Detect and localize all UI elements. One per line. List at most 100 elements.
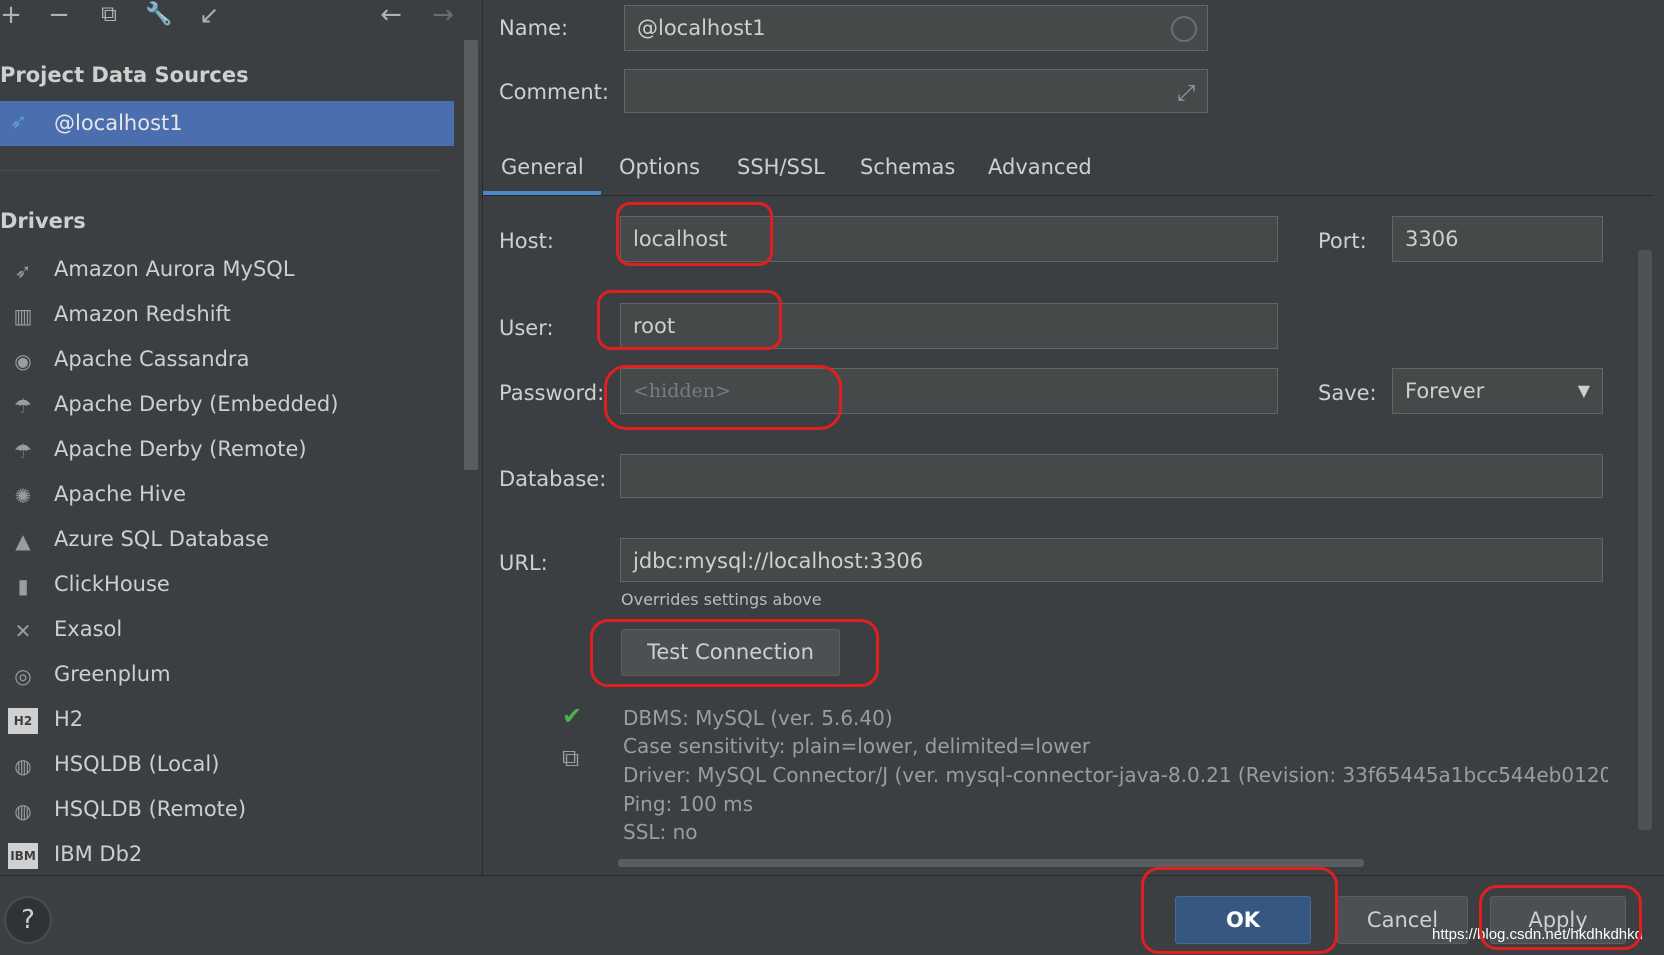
clickhouse-icon: ▮ (8, 573, 38, 599)
driver-label: Apache Derby (Embedded) (54, 392, 338, 416)
save-dropdown[interactable]: Forever ▼ (1392, 368, 1603, 414)
annotation-password (604, 365, 842, 430)
dolphin-icon: ➶ (10, 109, 27, 133)
database-input[interactable] (620, 454, 1603, 498)
driver-label: Amazon Redshift (54, 302, 231, 326)
driver-label: Apache Cassandra (54, 347, 249, 371)
name-value: @localhost1 (637, 16, 766, 40)
minus-icon[interactable]: − (44, 0, 74, 30)
save-value: Forever (1405, 379, 1484, 403)
host-label: Host: (499, 229, 554, 253)
annotation-apply (1479, 885, 1642, 950)
driver-label: Greenplum (54, 662, 171, 686)
url-label: URL: (499, 551, 548, 575)
driver-item[interactable]: ▮ ClickHouse (0, 565, 454, 607)
name-field[interactable]: @localhost1 (624, 5, 1208, 51)
save-label: Save: (1318, 381, 1377, 405)
driver-label: Apache Hive (54, 482, 186, 506)
redshift-icon: ▥ (8, 303, 38, 329)
exasol-icon: ✕ (8, 618, 38, 644)
name-label: Name: (499, 16, 568, 40)
driver-item[interactable]: H2 H2 (0, 700, 454, 742)
back-arrow-icon[interactable]: ← (376, 0, 406, 30)
forward-arrow-icon[interactable]: → (428, 0, 458, 30)
copy-icon[interactable]: ⧉ (562, 744, 579, 772)
hsqldb-icon: ◍ (8, 798, 38, 824)
driver-label: IBM Db2 (54, 842, 142, 866)
database-label: Database: (499, 467, 606, 491)
tab-options[interactable]: Options (619, 155, 700, 179)
data-source-label: @localhost1 (54, 111, 183, 135)
project-data-sources-title: Project Data Sources (0, 63, 249, 87)
annotation-user (597, 290, 782, 350)
driver-item[interactable]: ✺ Apache Hive (0, 475, 454, 517)
driver-item[interactable]: ☂ Apache Derby (Remote) (0, 430, 454, 472)
driver-label: ClickHouse (54, 572, 170, 596)
horizontal-scrollbar[interactable] (618, 859, 1364, 867)
tabs-divider (483, 195, 1653, 196)
driver-label: H2 (54, 707, 83, 731)
vertical-scrollbar[interactable] (1638, 250, 1652, 830)
comment-field[interactable]: ⤢ (624, 69, 1208, 113)
chevron-down-icon: ▼ (1578, 369, 1590, 413)
data-sources-panel: + − ⧉ 🔧 ↙ ← → Project Data Sources ➶ @lo… (0, 0, 483, 875)
annotation-test-connection (590, 619, 879, 687)
divider (0, 170, 440, 171)
check-icon: ✔ (562, 702, 582, 730)
driver-label: Azure SQL Database (54, 527, 269, 551)
hive-icon: ✺ (8, 483, 38, 509)
wrench-icon[interactable]: 🔧 (144, 0, 174, 30)
hsqldb-icon: ◍ (8, 753, 38, 779)
url-input[interactable]: jdbc:mysql://localhost:3306 (620, 538, 1603, 582)
driver-item[interactable]: ▲ Azure SQL Database (0, 520, 454, 562)
import-icon[interactable]: ↙ (194, 0, 224, 30)
driver-item[interactable]: ➶ Amazon Aurora MySQL (0, 250, 454, 292)
driver-item[interactable]: ◍ HSQLDB (Local) (0, 745, 454, 787)
driver-item[interactable]: ✕ Exasol (0, 610, 454, 652)
h2-icon: H2 (8, 708, 38, 734)
info-dbms: DBMS: MySQL (ver. 5.6.40) (623, 706, 893, 730)
expand-icon[interactable]: ⤢ (1177, 72, 1195, 113)
derby-icon: ☂ (8, 438, 38, 464)
password-label: Password: (499, 381, 604, 405)
info-ssl: SSL: no (623, 820, 698, 844)
driver-item[interactable]: ◍ HSQLDB (Remote) (0, 790, 454, 832)
info-driver: Driver: MySQL Connector/J (ver. mysql-co… (623, 763, 1608, 787)
driver-label: Apache Derby (Remote) (54, 437, 307, 461)
driver-item[interactable]: ◉ Apache Cassandra (0, 340, 454, 382)
azure-icon: ▲ (8, 528, 38, 554)
port-label: Port: (1318, 229, 1367, 253)
annotation-ok (1141, 867, 1338, 954)
user-label: User: (499, 316, 554, 340)
comment-label: Comment: (499, 80, 609, 104)
driver-label: Amazon Aurora MySQL (54, 257, 295, 281)
driver-label: HSQLDB (Local) (54, 752, 219, 776)
info-case-sensitivity: Case sensitivity: plain=lower, delimited… (623, 734, 1090, 758)
drivers-title: Drivers (0, 209, 86, 233)
plus-icon[interactable]: + (0, 0, 26, 30)
driver-label: HSQLDB (Remote) (54, 797, 246, 821)
eye-icon: ◉ (8, 348, 38, 374)
driver-item[interactable]: IBM IBM Db2 (0, 835, 454, 877)
port-input[interactable]: 3306 (1392, 216, 1603, 262)
sidebar-scrollbar[interactable] (464, 40, 478, 470)
tab-general[interactable]: General (501, 155, 584, 179)
info-ping: Ping: 100 ms (623, 792, 753, 816)
url-hint: Overrides settings above (621, 590, 822, 609)
tab-ssh-ssl[interactable]: SSH/SSL (737, 155, 825, 179)
dolphin-icon: ➶ (8, 258, 38, 284)
color-circle-icon[interactable] (1171, 16, 1197, 42)
driver-item[interactable]: ☂ Apache Derby (Embedded) (0, 385, 454, 427)
ibm-db2-icon: IBM (8, 843, 38, 869)
data-source-item-localhost1[interactable]: ➶ @localhost1 (0, 101, 454, 146)
driver-label: Exasol (54, 617, 122, 641)
copy-icon[interactable]: ⧉ (94, 0, 124, 30)
derby-icon: ☂ (8, 393, 38, 419)
greenplum-icon: ◎ (8, 663, 38, 689)
tab-advanced[interactable]: Advanced (988, 155, 1092, 179)
driver-item[interactable]: ◎ Greenplum (0, 655, 454, 697)
driver-item[interactable]: ▥ Amazon Redshift (0, 295, 454, 337)
help-button[interactable]: ? (4, 896, 52, 944)
annotation-host (616, 202, 773, 266)
tab-schemas[interactable]: Schemas (860, 155, 955, 179)
